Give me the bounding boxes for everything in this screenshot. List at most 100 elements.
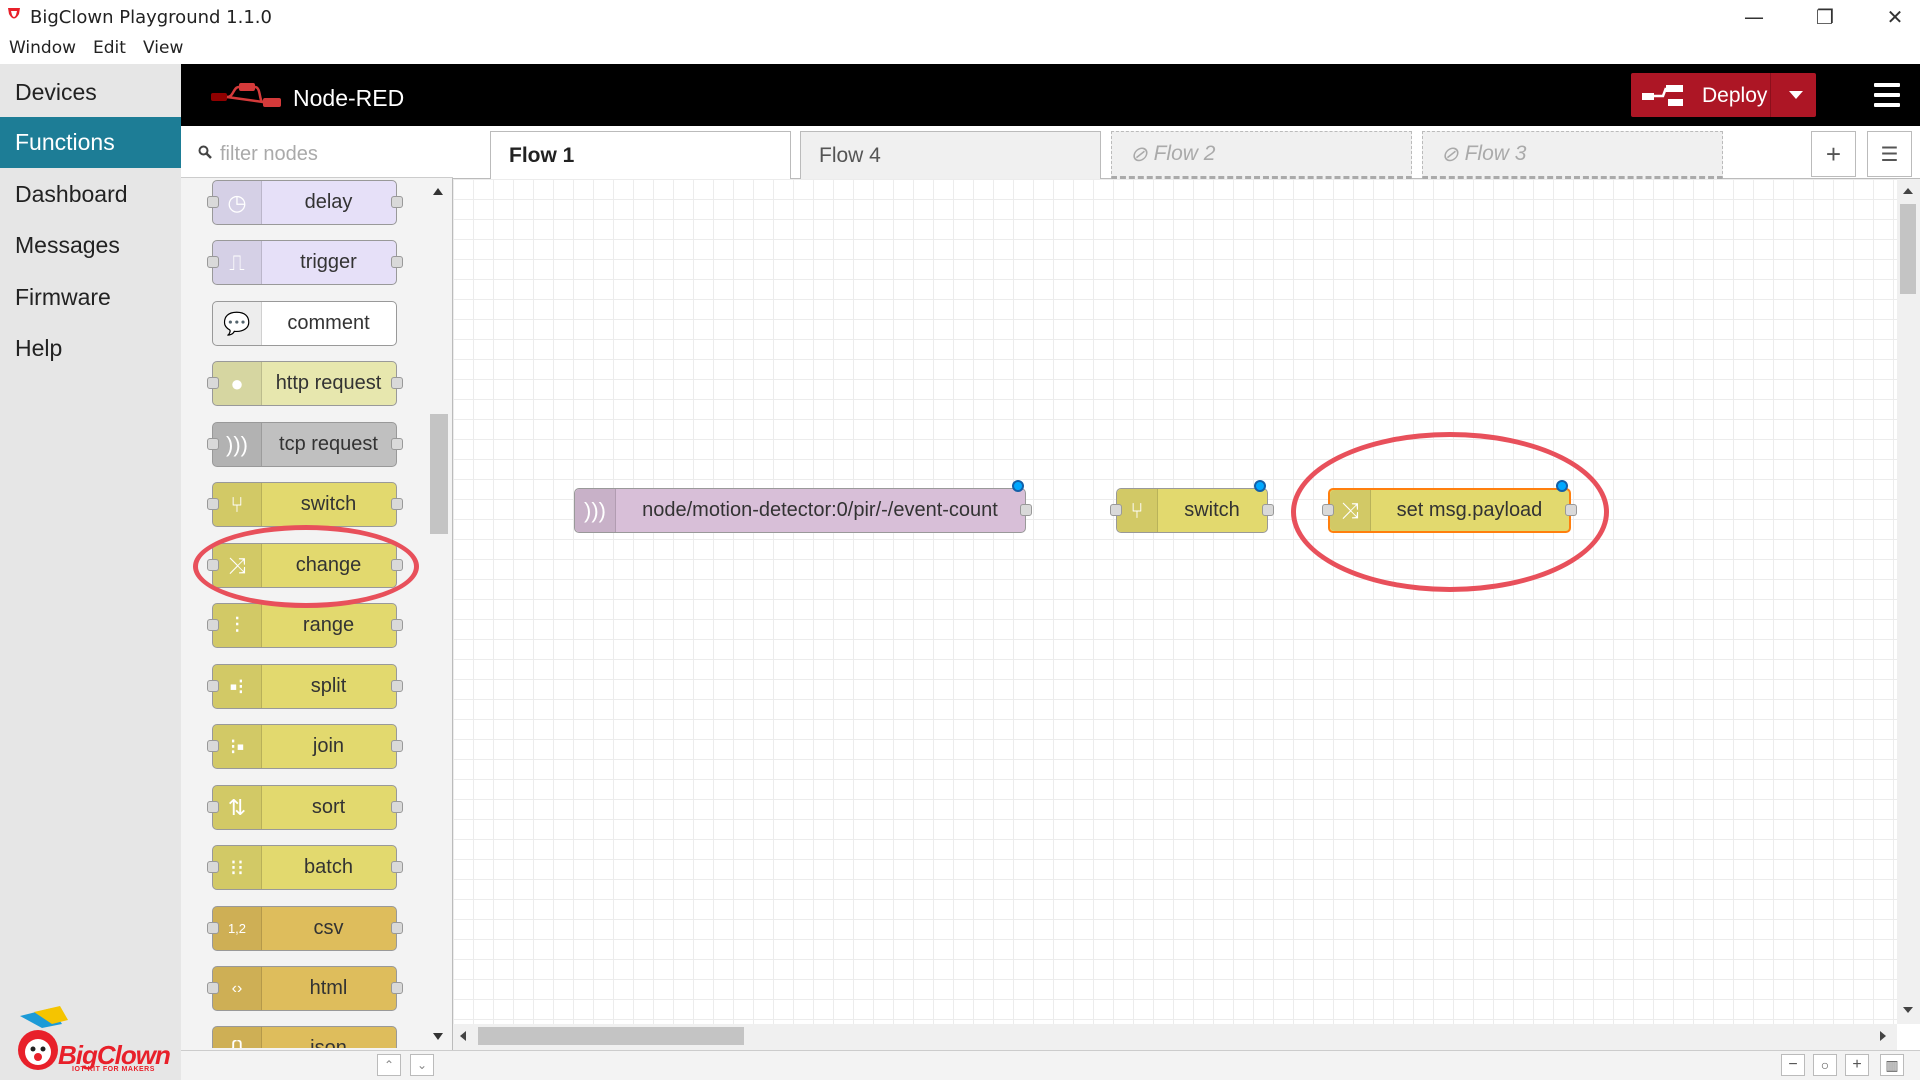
- palette-node-switch[interactable]: ⑂ switch: [212, 482, 397, 527]
- scroll-right-icon[interactable]: [1880, 1031, 1886, 1041]
- window-title: BigClown Playground 1.1.0: [30, 7, 272, 28]
- zoom-reset-icon[interactable]: ○: [1813, 1054, 1837, 1076]
- tab-flow-1[interactable]: Flow 1: [490, 131, 791, 180]
- scroll-up-icon[interactable]: [1903, 188, 1913, 194]
- palette-node-http-request[interactable]: ● http request: [212, 361, 397, 406]
- palette-node-label: csv: [313, 917, 344, 939]
- tab-label: Flow 2: [1153, 142, 1216, 165]
- palette-node-trigger[interactable]: ⎍ trigger: [212, 240, 397, 285]
- palette-node-label: comment: [287, 312, 370, 334]
- comment-icon: 💬: [213, 302, 262, 345]
- output-port: [391, 982, 403, 994]
- output-port: [391, 438, 403, 450]
- list-flows-icon[interactable]: ☰: [1867, 131, 1912, 177]
- output-port[interactable]: [1020, 504, 1032, 516]
- menu-view[interactable]: View: [143, 38, 183, 58]
- output-port: [391, 740, 403, 752]
- input-port[interactable]: [1110, 504, 1122, 516]
- tab-label: Flow 4: [819, 143, 881, 167]
- input-port: [207, 619, 219, 631]
- palette-node-batch[interactable]: ⁝⁝ batch: [212, 845, 397, 890]
- input-port: [207, 740, 219, 752]
- sidebar-item-devices[interactable]: Devices: [0, 67, 181, 118]
- switch-icon: ⑂: [1117, 489, 1158, 532]
- tab-flow-4[interactable]: Flow 4: [800, 131, 1101, 179]
- sidebar-item-messages[interactable]: Messages: [0, 220, 181, 271]
- scroll-down-icon[interactable]: [433, 1033, 443, 1040]
- add-flow-icon[interactable]: +: [1811, 131, 1856, 177]
- palette-node-csv[interactable]: 1,2 csv: [212, 906, 397, 951]
- palette-node-join[interactable]: ⁝▪ join: [212, 724, 397, 769]
- tab-label: Flow 1: [509, 144, 575, 167]
- palette-node-delay[interactable]: ◷ delay: [212, 180, 397, 225]
- palette-node-json[interactable]: {} json: [212, 1026, 397, 1048]
- palette-scrollbar[interactable]: [428, 178, 452, 1048]
- menu-bar: [0, 34, 1920, 64]
- output-port[interactable]: [1262, 504, 1274, 516]
- menu-window[interactable]: Window: [9, 38, 76, 58]
- palette-node-json-clip: {} json: [212, 1026, 397, 1048]
- deploy-menu-caret-icon[interactable]: [1789, 91, 1803, 99]
- html-icon: ‹›: [213, 967, 262, 1010]
- minimize-button[interactable]: —: [1731, 0, 1777, 34]
- output-port: [391, 922, 403, 934]
- tab-label: Flow 3: [1464, 142, 1527, 165]
- sidebar-item-firmware[interactable]: Firmware: [0, 272, 181, 323]
- scroll-down-icon[interactable]: [1903, 1007, 1913, 1013]
- output-port: [391, 498, 403, 510]
- palette-filter-input[interactable]: [218, 140, 442, 168]
- input-port: [207, 256, 219, 268]
- disabled-icon: ⊘: [1441, 142, 1459, 166]
- scroll-left-icon[interactable]: [460, 1031, 466, 1041]
- navigator-map-icon[interactable]: ▥: [1880, 1054, 1904, 1076]
- wave-icon: ))): [575, 489, 616, 532]
- collapse-all-icon[interactable]: ⌃: [377, 1054, 401, 1076]
- palette-scroll-thumb[interactable]: [430, 414, 448, 534]
- close-button[interactable]: ✕: [1872, 0, 1918, 34]
- flow-node-mqtt-in[interactable]: ))) node/motion-detector:0/pir/-/event-c…: [574, 488, 1026, 533]
- split-icon: ▪⁝: [213, 665, 262, 708]
- expand-all-icon[interactable]: ⌄: [410, 1054, 434, 1076]
- sidebar-item-help[interactable]: Help: [0, 323, 181, 374]
- json-icon: {}: [213, 1027, 262, 1048]
- palette-node-label: tcp request: [279, 433, 378, 455]
- menu-edit[interactable]: Edit: [93, 38, 126, 58]
- workspace-horizontal-scroll-thumb[interactable]: [478, 1027, 744, 1045]
- wave-icon: ))): [213, 423, 262, 466]
- input-port: [207, 922, 219, 934]
- main-menu-icon[interactable]: [1874, 83, 1900, 107]
- range-icon: ⫶: [213, 604, 262, 647]
- logo-tagline: IOT KIT FOR MAKERS: [72, 1066, 155, 1073]
- palette-node-html[interactable]: ‹› html: [212, 966, 397, 1011]
- zoom-out-icon[interactable]: −: [1781, 1054, 1805, 1076]
- tab-flow-3[interactable]: ⊘ Flow 3: [1422, 131, 1723, 179]
- tab-flow-2[interactable]: ⊘ Flow 2: [1111, 131, 1412, 179]
- palette-node-label: range: [302, 614, 355, 636]
- palette-node-split[interactable]: ▪⁝ split: [212, 664, 397, 709]
- palette-node-tcp-request[interactable]: ))) tcp request: [212, 422, 397, 467]
- output-port: [391, 801, 403, 813]
- nodered-logo-icon: [211, 83, 281, 107]
- sidebar-item-dashboard[interactable]: Dashboard: [0, 169, 181, 220]
- clock-icon: ◷: [213, 181, 262, 224]
- workspace-vertical-scroll-thumb[interactable]: [1900, 204, 1916, 294]
- palette-node-label: http request: [275, 372, 382, 394]
- app-icon: [8, 8, 20, 19]
- palette-node-comment[interactable]: 💬 comment: [212, 301, 397, 346]
- input-port: [207, 801, 219, 813]
- workspace-vertical-scrollbar[interactable]: [1897, 179, 1920, 1024]
- zoom-in-icon[interactable]: +: [1845, 1054, 1869, 1076]
- workspace-footer: [453, 1050, 1920, 1080]
- palette-node-sort[interactable]: ⇅ sort: [212, 785, 397, 830]
- scroll-up-icon[interactable]: [433, 188, 443, 195]
- join-icon: ⁝▪: [213, 725, 262, 768]
- palette-node-range[interactable]: ⫶ range: [212, 603, 397, 648]
- restore-button[interactable]: ❐: [1802, 0, 1848, 34]
- flow-workspace[interactable]: [453, 179, 1897, 1024]
- input-port: [207, 498, 219, 510]
- deploy-label[interactable]: Deploy: [1702, 84, 1767, 108]
- flow-node-label: switch: [1184, 499, 1240, 521]
- flow-node-switch[interactable]: ⑂ switch: [1116, 488, 1268, 533]
- globe-icon: ●: [213, 362, 262, 405]
- sidebar-item-functions[interactable]: Functions: [0, 117, 181, 168]
